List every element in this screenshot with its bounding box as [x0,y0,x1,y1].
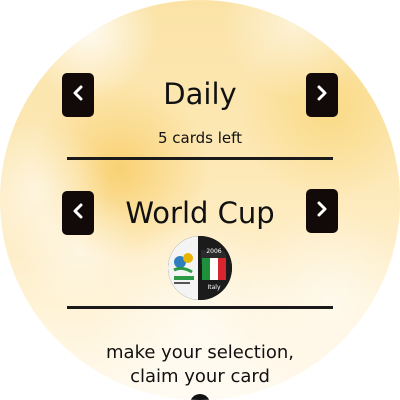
chevron-right-icon [315,85,329,105]
collection-title: World Cup [125,196,275,230]
divider-top [67,157,333,160]
instructions-line-2: claim your card [130,366,270,387]
watch-screen: Daily 5 cards left World Cup 2006 Italy … [0,0,400,400]
collection-prev-button[interactable] [62,191,94,235]
category-next-button[interactable] [306,73,338,117]
chevron-left-icon [71,203,85,223]
collection-next-button[interactable] [306,189,338,233]
scroll-indicator [190,394,210,400]
world-cup-badge[interactable]: 2006 Italy [168,236,232,300]
cards-left-status: 5 cards left [157,129,243,147]
category-prev-button[interactable] [62,73,94,117]
badge-year: 2006 [206,248,221,255]
badge-country: Italy [207,284,220,291]
instructions-line-1: make your selection, [106,342,294,363]
divider-bottom [67,306,333,309]
instructions-text: make your selection, claim your card [60,341,340,389]
chevron-right-icon [315,201,329,221]
world-cup-logo-icon: 2006 Italy [168,236,232,300]
category-title: Daily [163,77,237,111]
chevron-left-icon [71,85,85,105]
